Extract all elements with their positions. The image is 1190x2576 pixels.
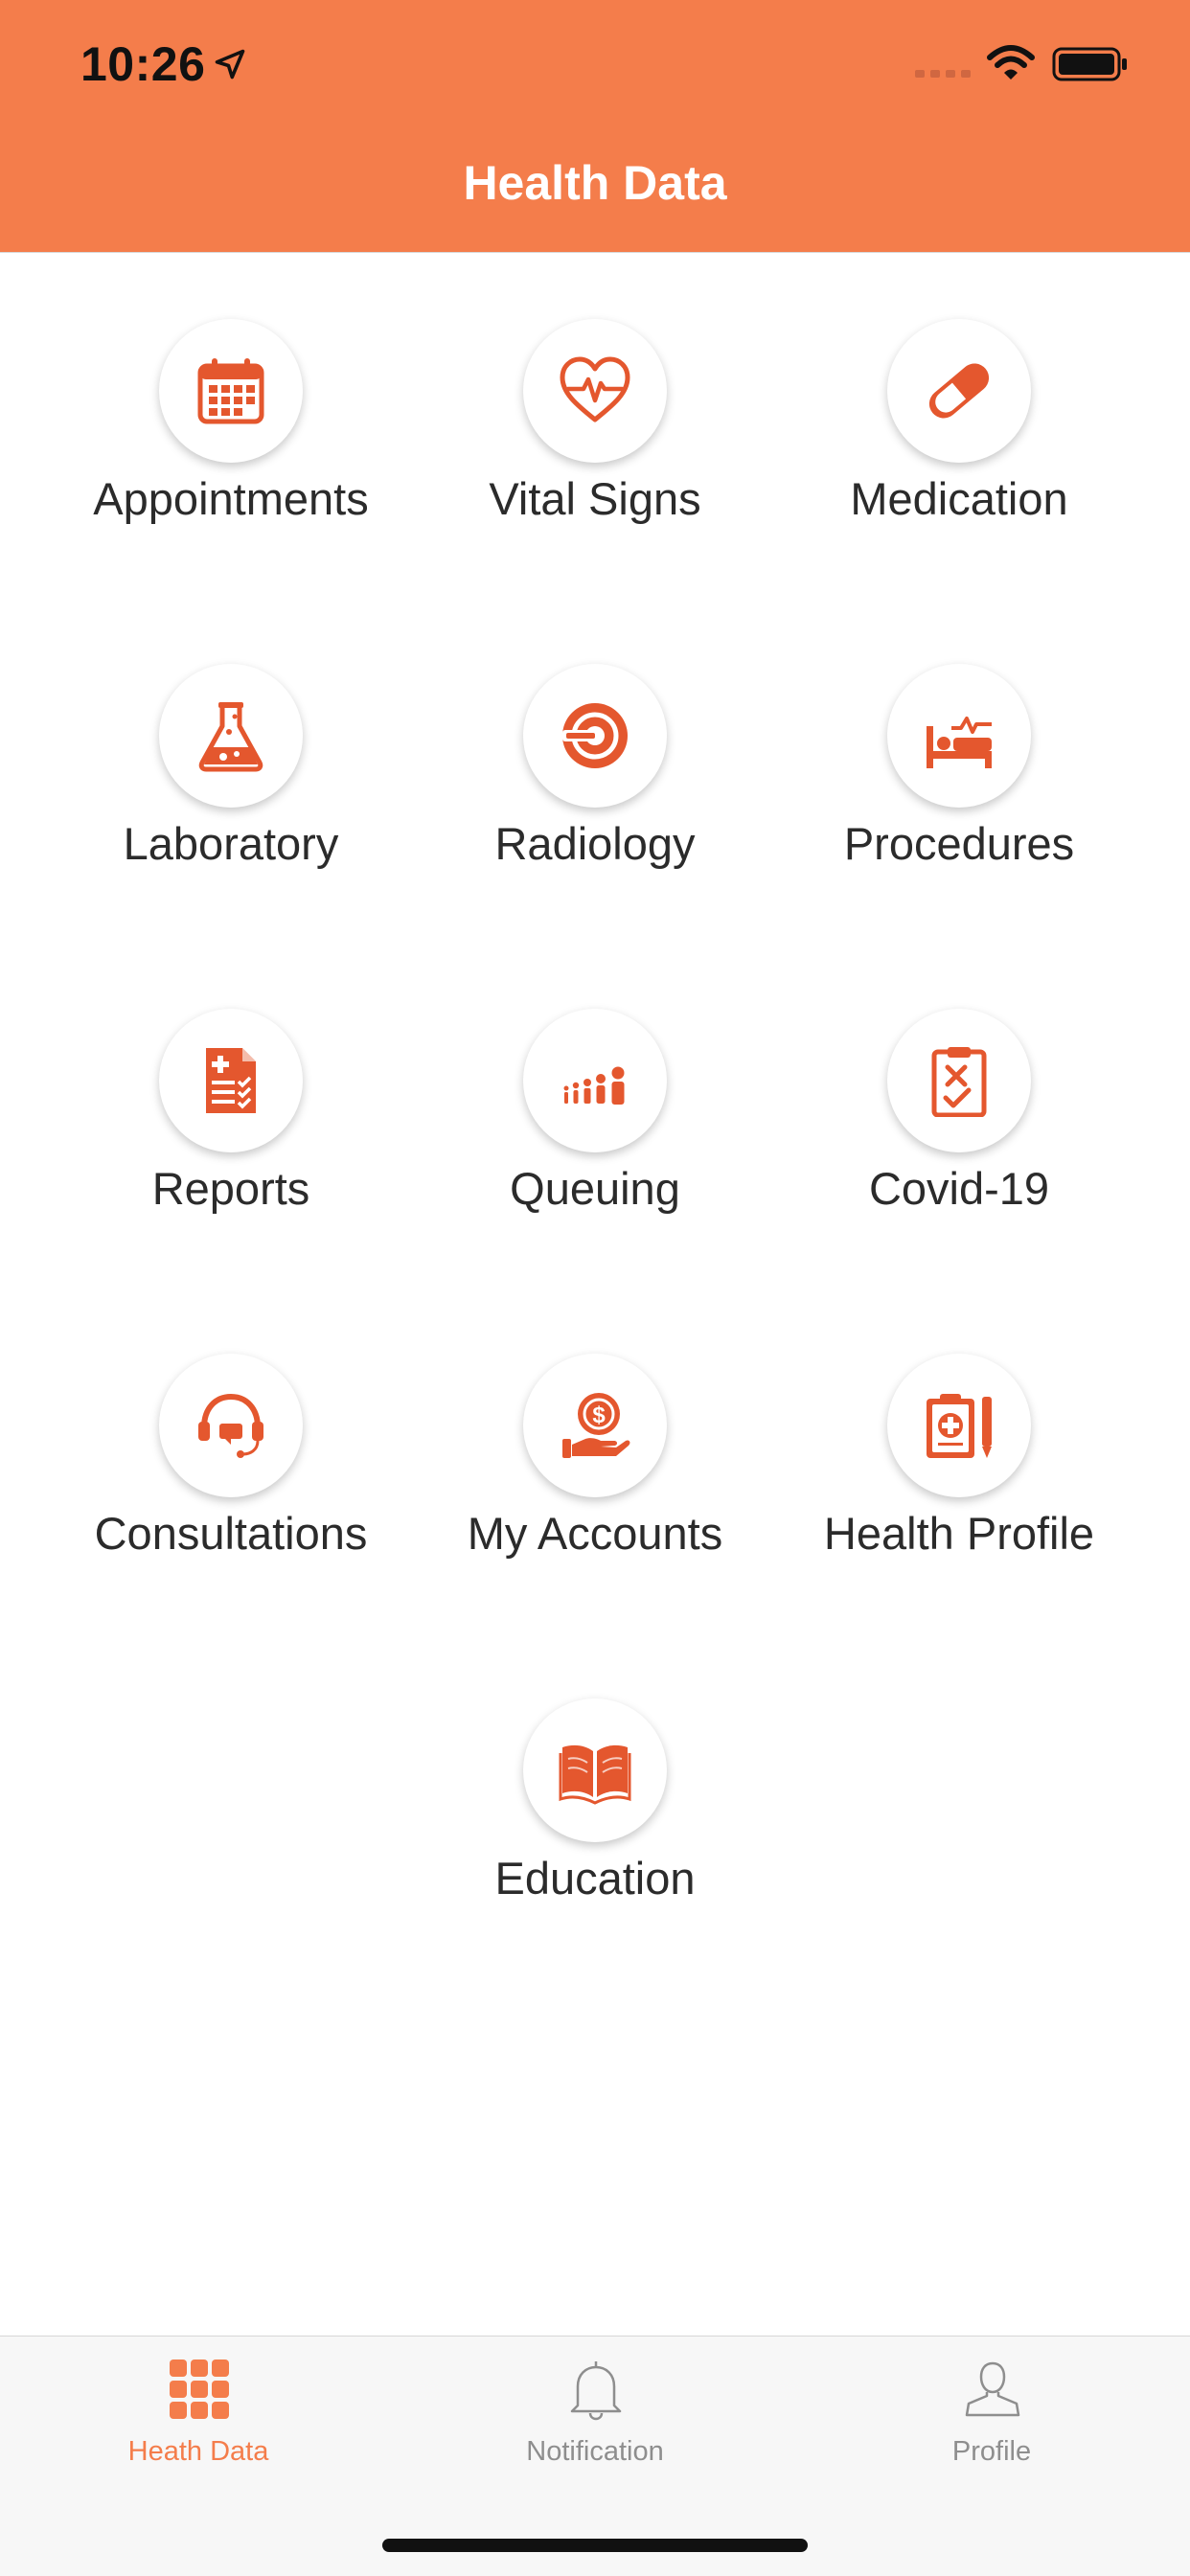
menu-item-label: Medication xyxy=(850,473,1068,524)
icon-circle xyxy=(887,1354,1031,1497)
icon-circle xyxy=(887,1009,1031,1152)
icon-circle xyxy=(159,1009,303,1152)
page-title: Health Data xyxy=(463,156,727,210)
tab-label: Profile xyxy=(951,2436,1032,2467)
tab-health-data[interactable]: Heath Data xyxy=(55,2337,342,2490)
headset-icon xyxy=(198,1393,263,1458)
menu-item-label: Appointments xyxy=(93,473,369,524)
icon-circle xyxy=(159,664,303,808)
menu-item-label: Education xyxy=(494,1853,696,1904)
menu-item-laboratory[interactable]: Laboratory xyxy=(49,597,413,884)
icon-circle: $ xyxy=(523,1354,667,1497)
menu-item-covid-19[interactable]: Covid-19 xyxy=(777,942,1141,1229)
calendar-icon xyxy=(197,358,264,424)
menu-item-medication[interactable]: Medication xyxy=(777,252,1141,539)
status-time: 10:26 xyxy=(80,37,206,91)
menu-item-label: Health Profile xyxy=(823,1508,1095,1559)
icon-circle xyxy=(887,664,1031,808)
open-book-icon xyxy=(559,1744,631,1805)
menu-item-education[interactable]: Education xyxy=(413,1631,777,1919)
menu-item-label: Consultations xyxy=(94,1508,368,1559)
location-arrow-icon xyxy=(215,49,245,80)
home-indicator xyxy=(382,2539,808,2552)
queue-people-icon xyxy=(563,1066,625,1105)
menu-item-reports[interactable]: Reports xyxy=(49,942,413,1229)
bell-icon xyxy=(570,2361,622,2421)
menu-item-label: Queuing xyxy=(510,1163,680,1214)
tab-profile[interactable]: Profile xyxy=(848,2337,1135,2490)
menu-item-procedures[interactable]: Procedures xyxy=(777,597,1141,884)
clipboard-check-icon xyxy=(931,1047,987,1117)
grid-icon xyxy=(170,2359,229,2419)
pill-icon xyxy=(928,363,990,419)
menu-item-label: Covid-19 xyxy=(868,1163,1050,1214)
wifi-icon xyxy=(987,45,1035,80)
menu-item-label: Reports xyxy=(151,1163,310,1214)
icon-circle xyxy=(523,664,667,808)
hospital-bed-icon xyxy=(927,717,992,768)
menu-item-label: Procedures xyxy=(843,818,1075,869)
heartbeat-icon xyxy=(560,356,630,422)
navigation-header: 10:26 Health Data xyxy=(0,0,1190,253)
menu-item-queuing[interactable]: Queuing xyxy=(413,942,777,1229)
icon-circle xyxy=(523,319,667,463)
menu-item-vital-signs[interactable]: Vital Signs xyxy=(413,252,777,539)
mri-scanner-icon xyxy=(562,703,628,768)
battery-icon xyxy=(1052,47,1127,81)
health-menu-grid: Appointments Vital Signs Medication Labo… xyxy=(0,252,1190,2336)
tab-notification[interactable]: Notification xyxy=(451,2337,739,2490)
menu-item-label: My Accounts xyxy=(467,1508,723,1559)
menu-item-radiology[interactable]: Radiology xyxy=(413,597,777,884)
medical-report-icon xyxy=(206,1048,256,1113)
icon-circle xyxy=(887,319,1031,463)
flask-icon xyxy=(198,702,263,772)
icon-circle xyxy=(159,319,303,463)
menu-item-my-accounts[interactable]: $ My Accounts xyxy=(413,1287,777,1574)
menu-item-label: Vital Signs xyxy=(489,473,701,524)
dollar-hand-icon: $ xyxy=(562,1393,630,1458)
icon-circle xyxy=(523,1698,667,1842)
menu-item-label: Radiology xyxy=(494,818,696,869)
health-record-icon xyxy=(927,1394,992,1458)
menu-item-consultations[interactable]: Consultations xyxy=(49,1287,413,1574)
svg-text:$: $ xyxy=(592,1402,606,1428)
cellular-signal-icon xyxy=(915,70,971,78)
icon-circle xyxy=(159,1354,303,1497)
tab-label: Notification xyxy=(526,2436,664,2467)
menu-item-appointments[interactable]: Appointments xyxy=(49,252,413,539)
user-icon xyxy=(965,2361,1020,2417)
tab-label: Heath Data xyxy=(127,2436,269,2467)
icon-circle xyxy=(523,1009,667,1152)
menu-item-health-profile[interactable]: Health Profile xyxy=(777,1287,1141,1574)
menu-item-label: Laboratory xyxy=(123,818,339,869)
